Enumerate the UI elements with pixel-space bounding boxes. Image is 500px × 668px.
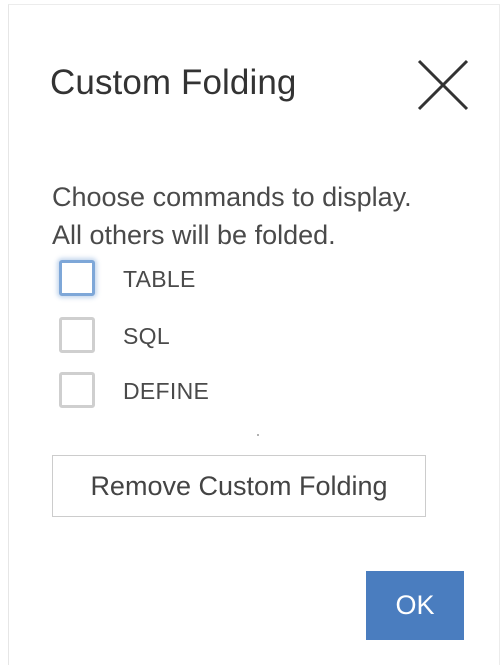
separator-dot [257, 434, 259, 436]
option-label-table: TABLE [123, 266, 196, 292]
ok-button[interactable]: OK [366, 571, 464, 640]
remove-custom-folding-button[interactable]: Remove Custom Folding [52, 455, 426, 517]
instructions-line-2: All others will be folded. [52, 220, 336, 250]
option-label-define: DEFINE [123, 378, 210, 404]
table-checkbox[interactable] [59, 260, 95, 296]
instructions-text: Choose commands to display. All others w… [52, 178, 412, 254]
option-define[interactable]: DEFINE [59, 372, 279, 412]
custom-folding-dialog: Custom Folding Choose commands to displa… [8, 4, 500, 665]
option-table[interactable]: TABLE [59, 260, 279, 300]
define-checkbox[interactable] [59, 372, 95, 408]
instructions-line-1: Choose commands to display. [52, 182, 412, 212]
option-sql[interactable]: SQL [59, 317, 279, 357]
close-icon[interactable] [413, 55, 473, 115]
option-label-sql: SQL [123, 323, 170, 349]
sql-checkbox[interactable] [59, 317, 95, 353]
dialog-title: Custom Folding [50, 63, 297, 102]
